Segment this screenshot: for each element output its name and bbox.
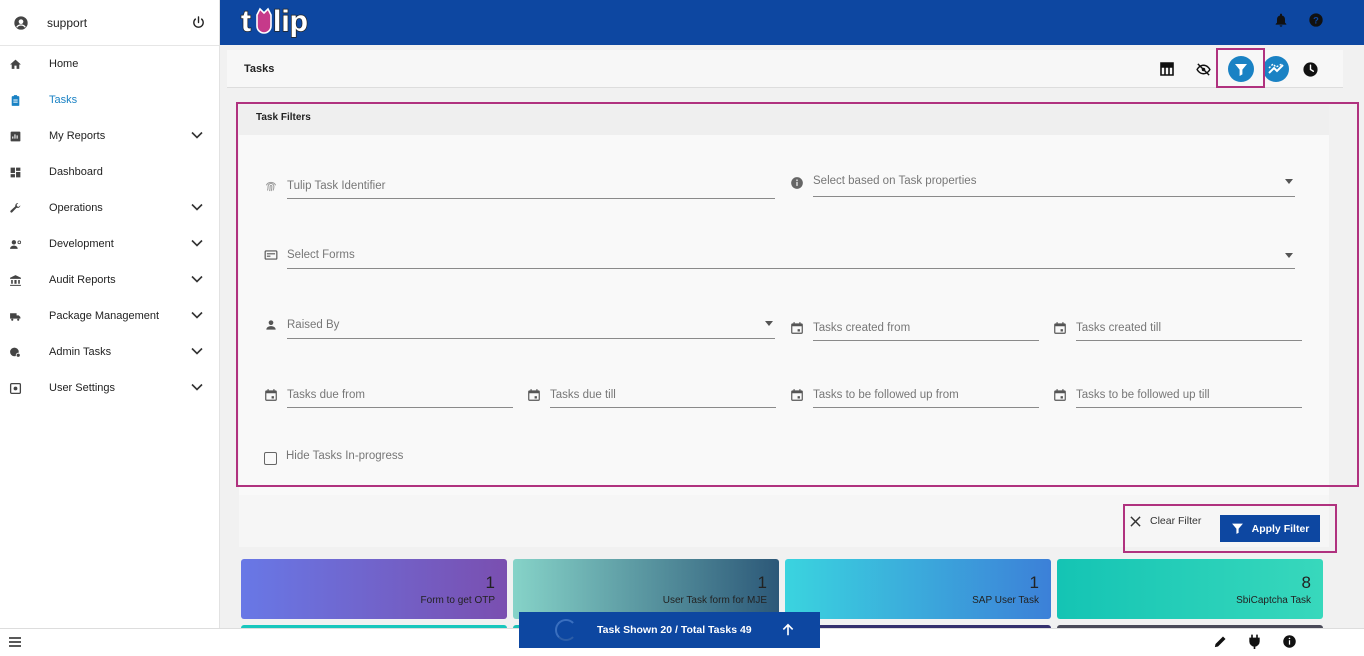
task-card-label: Form to get OTP bbox=[420, 595, 495, 606]
chevron-down-icon[interactable] bbox=[191, 346, 203, 358]
page-title: Tasks bbox=[244, 63, 275, 75]
chevron-down-icon[interactable] bbox=[191, 382, 203, 394]
sidebar-item-dashboard[interactable]: Dashboard bbox=[0, 154, 219, 190]
hide-icon[interactable] bbox=[1193, 59, 1213, 79]
sidebar-item-label: Development bbox=[49, 238, 114, 250]
sidebar-item-audit-reports[interactable]: Audit Reports bbox=[0, 262, 219, 298]
clock-icon[interactable] bbox=[1300, 59, 1320, 79]
task-count-text: Task Shown 20 / Total Tasks 49 bbox=[597, 624, 752, 636]
dashboard-icon bbox=[8, 165, 22, 179]
sidebar-item-label: User Settings bbox=[49, 382, 116, 394]
table-view-icon[interactable] bbox=[1157, 59, 1177, 79]
settings-icon bbox=[8, 381, 22, 395]
filter-actions-highlight bbox=[1123, 504, 1337, 553]
chevron-down-icon[interactable] bbox=[191, 238, 203, 250]
sidebar-item-label: My Reports bbox=[49, 130, 106, 142]
sidebar: support Home Tasks My Reports Dashboard Oper… bbox=[0, 0, 220, 628]
svg-text:t: t bbox=[241, 5, 251, 38]
svg-text:lip: lip bbox=[273, 5, 308, 38]
task-card-count: 8 bbox=[1301, 573, 1311, 592]
chevron-down-icon[interactable] bbox=[191, 310, 203, 322]
sidebar-item-development[interactable]: Development bbox=[0, 226, 219, 262]
tulip-logo[interactable]: t lip bbox=[240, 2, 316, 40]
arrow-up-icon[interactable] bbox=[781, 623, 795, 637]
task-card[interactable]: 1 Form to get OTP bbox=[241, 559, 507, 619]
sidebar-item-label: Operations bbox=[49, 202, 103, 214]
sidebar-item-my-reports[interactable]: My Reports bbox=[0, 118, 219, 154]
sidebar-item-label: Audit Reports bbox=[49, 274, 116, 286]
menu-icon[interactable] bbox=[9, 637, 21, 647]
report-icon bbox=[8, 129, 22, 143]
sidebar-item-operations[interactable]: Operations bbox=[0, 190, 219, 226]
task-card-count: 1 bbox=[485, 573, 495, 592]
admin-icon bbox=[8, 345, 22, 359]
task-card[interactable]: 8 SbiCaptcha Task bbox=[1057, 559, 1323, 619]
sidebar-item-tasks[interactable]: Tasks bbox=[0, 82, 219, 118]
power-icon[interactable] bbox=[191, 15, 206, 30]
task-card[interactable]: 1 User Task form for MJE bbox=[513, 559, 779, 619]
sidebar-item-label: Admin Tasks bbox=[49, 346, 112, 358]
sidebar-item-admin-tasks[interactable]: Admin Tasks bbox=[0, 334, 219, 370]
sidebar-item-label: Tasks bbox=[49, 94, 78, 106]
wrench-icon bbox=[8, 201, 22, 215]
sidebar-item-label: Package Management bbox=[49, 310, 160, 322]
account-circle-icon[interactable] bbox=[13, 15, 29, 31]
filter-toggle-highlight bbox=[1216, 48, 1265, 88]
analytics-button[interactable] bbox=[1263, 56, 1289, 82]
truck-icon bbox=[8, 309, 22, 323]
plug-icon[interactable] bbox=[1248, 634, 1261, 649]
home-icon bbox=[8, 57, 22, 71]
user-row: support bbox=[0, 0, 219, 46]
task-card[interactable]: 1 SAP User Task bbox=[785, 559, 1051, 619]
loading-spinner-icon bbox=[555, 619, 577, 641]
task-card-label: SbiCaptcha Task bbox=[1236, 595, 1311, 606]
pencil-icon[interactable] bbox=[1213, 634, 1228, 649]
sidebar-item-package-management[interactable]: Package Management bbox=[0, 298, 219, 334]
bank-icon bbox=[8, 273, 22, 287]
developer-icon bbox=[8, 237, 22, 251]
user-name: support bbox=[47, 15, 88, 30]
sidebar-nav: Home Tasks My Reports Dashboard Operations De… bbox=[0, 46, 219, 406]
task-card-label: SAP User Task bbox=[972, 595, 1039, 606]
info-icon[interactable] bbox=[1282, 634, 1297, 649]
svg-text:?: ? bbox=[1313, 15, 1319, 25]
main-content: Tasks Task Filters Tulip Task Identifier… bbox=[220, 45, 1364, 635]
tasks-header: Tasks bbox=[227, 50, 1343, 88]
bell-icon[interactable] bbox=[1273, 12, 1289, 28]
sidebar-item-home[interactable]: Home bbox=[0, 46, 219, 82]
sidebar-item-label: Dashboard bbox=[49, 166, 103, 178]
chevron-down-icon[interactable] bbox=[191, 202, 203, 214]
task-card-count: 1 bbox=[1029, 573, 1039, 592]
task-card-label: User Task form for MJE bbox=[662, 595, 767, 606]
task-card-count: 1 bbox=[757, 573, 767, 592]
chevron-down-icon[interactable] bbox=[191, 130, 203, 142]
top-bar: t lip ? bbox=[220, 0, 1364, 45]
task-count-bar: Task Shown 20 / Total Tasks 49 bbox=[519, 612, 820, 648]
sidebar-item-user-settings[interactable]: User Settings bbox=[0, 370, 219, 406]
help-icon[interactable]: ? bbox=[1308, 12, 1324, 28]
clipboard-icon bbox=[8, 93, 22, 107]
chevron-down-icon[interactable] bbox=[191, 274, 203, 286]
sidebar-item-label: Home bbox=[49, 58, 79, 70]
filters-highlight bbox=[236, 102, 1359, 487]
